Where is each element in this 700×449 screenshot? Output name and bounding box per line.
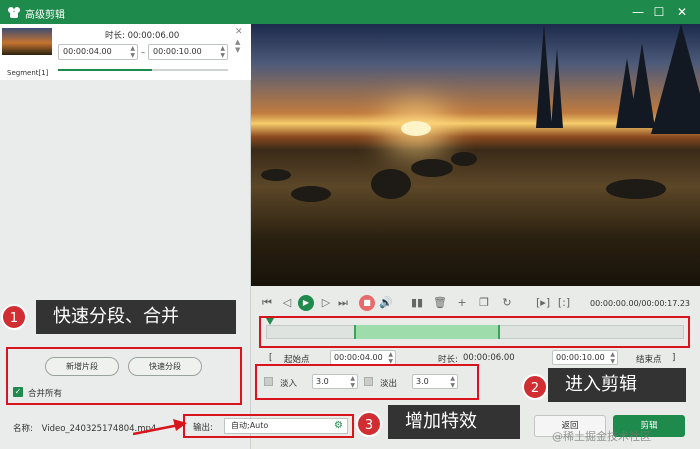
merge-all-label: 合并所有 [28, 389, 63, 399]
delete-icon[interactable]: 🗑 [433, 296, 447, 309]
video-rock [291, 186, 331, 202]
video-rock [451, 152, 477, 166]
copy-icon[interactable]: ❐ [477, 296, 491, 309]
spinner-icon[interactable]: ▲ ▼ [130, 45, 135, 59]
callout-add-effects: 增加特效 [388, 405, 520, 439]
rewind-icon[interactable]: ◁ [280, 296, 294, 309]
spinner-icon[interactable]: ▲ ▼ [388, 351, 393, 365]
reset-icon[interactable]: ↻ [500, 296, 514, 309]
output-format-select[interactable]: 自动;Auto ⚙ [224, 418, 348, 434]
mark-out-bracket[interactable]: ] [672, 353, 675, 363]
timeline-track[interactable] [266, 325, 684, 339]
fade-out-checkbox[interactable] [364, 377, 373, 386]
spinner-icon[interactable]: ▲ ▼ [610, 351, 615, 365]
skip-end-icon[interactable]: ⏭ [336, 296, 350, 310]
video-rock [606, 179, 666, 199]
spinner-icon[interactable]: ▲ ▼ [350, 375, 355, 389]
watermark: @稀土掘金技术社区 [552, 430, 651, 443]
gear-icon[interactable]: ⚙ [334, 419, 343, 433]
add-icon[interactable]: + [455, 296, 469, 309]
fade-in-input[interactable]: 3.0 ▲ ▼ [312, 374, 358, 389]
callout-number-2: 2 [522, 374, 548, 400]
volume-icon[interactable]: 🔊 [379, 296, 393, 309]
quick-split-button[interactable]: 快速分段 [128, 357, 202, 376]
maximize-button[interactable]: ☐ [649, 3, 669, 21]
start-point-input[interactable]: 00:00:04.00 ▲ ▼ [330, 350, 396, 365]
trim-duration-value: 00:00:06.00 [463, 353, 515, 363]
split-icon[interactable]: ▮▮ [410, 296, 424, 309]
callout-number-3: 3 [356, 411, 382, 437]
end-point-label: 结束点 [636, 355, 662, 365]
video-rock [411, 159, 453, 177]
close-button[interactable]: ✕ [672, 3, 692, 21]
window-title: 高级剪辑 [25, 10, 65, 21]
minimize-button[interactable]: — [628, 3, 648, 21]
spinner-icon[interactable]: ▲ ▼ [450, 375, 455, 389]
set-mark-icon[interactable]: [▸] [536, 296, 550, 309]
fade-out-input[interactable]: 3.0 ▲ ▼ [412, 374, 458, 389]
close-icon[interactable]: ✕ [235, 27, 243, 37]
segment-item[interactable]: 时长: 00:00:06.00 00:00:04.00 ▲ ▼ – 00:00:10… [0, 24, 251, 80]
title-bar: 高级剪辑 — ☐ ✕ [0, 0, 700, 24]
fade-in-checkbox[interactable] [264, 377, 273, 386]
skip-start-icon[interactable]: ⏮ [260, 296, 274, 310]
segment-thumbnail [2, 28, 52, 55]
segment-end-input[interactable]: 00:00:10.00 ▲ ▼ [148, 44, 228, 60]
mark-out-icon[interactable]: [:] [557, 296, 571, 309]
scroll-arrows-icon[interactable]: ▲ ▼ [235, 38, 240, 54]
stop-button[interactable]: ■ [359, 295, 375, 311]
timeline-selection[interactable] [354, 325, 500, 339]
fade-out-label: 淡出 [380, 379, 398, 389]
fade-in-label: 淡入 [280, 379, 298, 389]
segment-label: Segment[1] [7, 69, 49, 77]
callout-split-merge: 快速分段、合并 [36, 300, 236, 334]
video-rock [261, 169, 291, 181]
player-timecode: 00:00:00.00/00:00:17.23 [590, 299, 690, 308]
video-tree [536, 24, 552, 128]
segment-start-input[interactable]: 00:00:04.00 ▲ ▼ [58, 44, 138, 60]
arrow-icon [133, 419, 187, 436]
end-point-input[interactable]: 00:00:10.00 ▲ ▼ [552, 350, 618, 365]
app-logo-icon [8, 7, 20, 18]
video-tree [551, 48, 563, 128]
spinner-icon[interactable]: ▲ ▼ [220, 45, 225, 59]
video-preview[interactable] [251, 24, 700, 286]
segment-duration: 时长: 00:00:06.00 [105, 31, 180, 41]
video-tree [629, 43, 655, 128]
file-name-label: 名称: [13, 424, 33, 434]
segment-progress-bar [58, 69, 228, 71]
callout-enter-edit: 进入剪辑 [548, 368, 686, 402]
video-tree [651, 24, 700, 134]
mark-in-bracket[interactable]: [ [269, 353, 272, 363]
segment-progress-fill [58, 69, 152, 71]
merge-all-checkbox[interactable]: ✓ [13, 387, 23, 397]
output-label: 输出: [193, 423, 213, 433]
callout-number-1: 1 [1, 304, 27, 330]
segment-separator: – [141, 48, 145, 57]
new-segment-button[interactable]: 新增片段 [45, 357, 119, 376]
forward-icon[interactable]: ▷ [319, 296, 333, 309]
video-rock [371, 169, 411, 199]
play-button[interactable]: ▶ [298, 295, 314, 311]
video-sun [401, 121, 431, 136]
playhead-icon[interactable] [266, 318, 274, 325]
